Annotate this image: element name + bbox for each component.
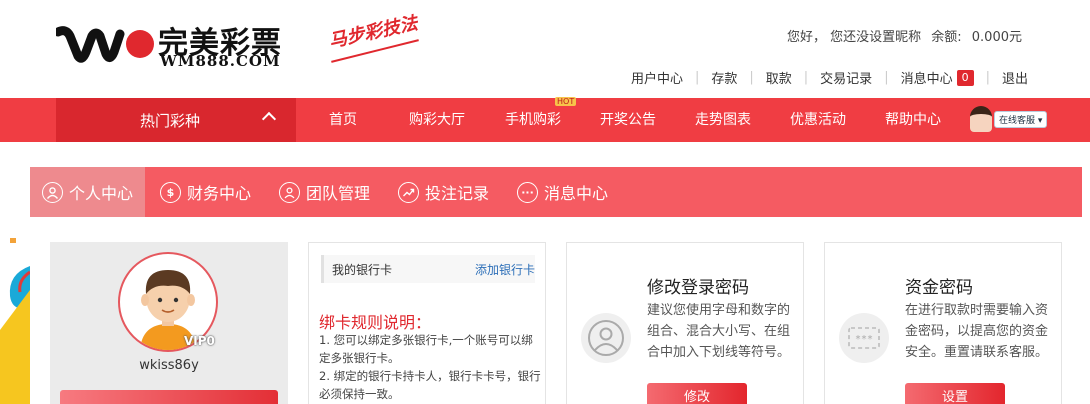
- svg-text:***: ***: [855, 334, 873, 345]
- fund-password-title: 资金密码: [905, 278, 973, 298]
- chevron-up-icon: [261, 111, 277, 127]
- vip-level-badge: VIP0: [184, 334, 215, 348]
- trend-icon: [398, 181, 419, 203]
- nav-home[interactable]: 首页: [329, 98, 357, 142]
- nav-trend-charts[interactable]: 走势图表: [695, 98, 751, 142]
- link-deposit[interactable]: 存款: [711, 68, 737, 87]
- online-service-label: 在线客服 ▾: [994, 110, 1048, 128]
- site-logo[interactable]: 完美彩票 WM888.COM: [56, 18, 296, 70]
- login-password-desc: 建议您使用字母和数字的组合、混合大小写、在组合中加入下划线等符号。: [647, 303, 791, 360]
- fund-password-desc: 在进行取款时需要输入资金密码，以提高您的资金安全。重置请联系客服。: [905, 303, 1049, 360]
- nav-lottery-hall[interactable]: 购彩大厅: [409, 98, 465, 142]
- divider: |: [803, 70, 809, 85]
- nav-promotions[interactable]: 优惠活动: [790, 98, 846, 142]
- tab-team-management[interactable]: 团队管理: [279, 167, 370, 217]
- top-links: 用户中心 | 存款 | 取款 | 交易记录 | 消息中心 0 | 退出: [631, 68, 1028, 87]
- nav-mobile-label: 手机购彩: [505, 112, 561, 128]
- team-icon: [279, 181, 300, 203]
- bank-card-header: 我的银行卡 添加银行卡: [321, 255, 535, 283]
- balance-label: 余额:: [931, 30, 962, 45]
- nav-help-center[interactable]: 帮助中心: [885, 98, 941, 142]
- online-service-button[interactable]: 在线客服 ▾: [970, 104, 1048, 134]
- tab-bets-label: 投注记录: [425, 184, 490, 203]
- hot-games-dropdown[interactable]: 热门彩种: [56, 98, 296, 142]
- money-icon: $: [160, 181, 181, 203]
- binding-rules-title: 绑卡规则说明：: [319, 313, 432, 332]
- profile-action-button[interactable]: [60, 390, 278, 404]
- more-icon: ···: [517, 181, 538, 203]
- tab-bet-records[interactable]: 投注记录: [398, 167, 489, 217]
- link-withdraw[interactable]: 取款: [766, 68, 792, 87]
- decoration-graphic: [0, 238, 30, 404]
- bank-card-panel: 我的银行卡 添加银行卡 绑卡规则说明： 1. 您可以绑定多张银行卡,一个账号可以…: [308, 242, 546, 404]
- greeting-text: 您好， 您还没设置昵称: [786, 30, 922, 45]
- change-password-button[interactable]: 修改: [647, 383, 747, 404]
- profile-panel: VIP0 wkiss86y: [50, 242, 288, 404]
- divider: |: [749, 70, 754, 85]
- user-circle-icon: [581, 313, 631, 363]
- fund-password-card: *** 资金密码 在进行取款时需要输入资金密码，以提高您的资金安全。重置请联系客…: [824, 242, 1062, 404]
- main-nav: 热门彩种 首页 购彩大厅 手机购彩 HOT 开奖公告 走势图表 优惠活动 帮助中…: [0, 97, 1090, 142]
- set-fund-password-button[interactable]: 设置: [905, 383, 1005, 404]
- login-password-card: 修改登录密码 建议您使用字母和数字的组合、混合大小写、在组合中加入下划线等符号。…: [566, 242, 804, 404]
- tab-team-label: 团队管理: [306, 184, 371, 203]
- username: wkiss86y: [139, 358, 199, 373]
- link-message-center[interactable]: 消息中心: [901, 68, 953, 87]
- password-field-icon: ***: [839, 313, 889, 363]
- page: 完美彩票 WM888.COM 马步彩技法 您好， 您还没设置昵称 余额: 0.0…: [0, 0, 1090, 404]
- user-greeting-line: 您好， 您还没设置昵称 余额: 0.000元: [781, 26, 1022, 45]
- message-count-badge: 0: [956, 69, 974, 86]
- link-user-center[interactable]: 用户中心: [631, 68, 683, 87]
- login-password-title: 修改登录密码: [647, 278, 749, 298]
- header: 完美彩票 WM888.COM 马步彩技法 您好， 您还没设置昵称 余额: 0.0…: [0, 0, 1090, 98]
- tab-personal-label: 个人中心: [69, 184, 134, 203]
- bank-card-title: 我的银行卡: [332, 263, 393, 277]
- add-bank-card-link[interactable]: 添加银行卡: [475, 261, 535, 278]
- nav-mobile[interactable]: 手机购彩 HOT: [505, 97, 577, 142]
- divider: |: [694, 70, 700, 85]
- tab-messages-label: 消息中心: [544, 184, 609, 203]
- rule-item: 1. 您可以绑定多张银行卡,一个账号可以绑定多张银行卡。: [319, 333, 533, 365]
- rule-item: 2. 绑定的银行卡持卡人，银行卡卡号，银行必须保持一致。: [319, 369, 541, 401]
- link-transaction-records[interactable]: 交易记录: [820, 68, 872, 87]
- tab-finance-center[interactable]: $ 财务中心: [160, 167, 251, 217]
- nav-draw-results[interactable]: 开奖公告: [600, 98, 656, 142]
- binding-rules-text: 1. 您可以绑定多张银行卡,一个账号可以绑定多张银行卡。 2. 绑定的银行卡持卡…: [319, 331, 541, 403]
- slogan: 马步彩技法: [327, 12, 420, 53]
- link-logout[interactable]: 退出: [1002, 68, 1028, 87]
- hot-tag: HOT: [555, 97, 577, 106]
- tab-personal-center[interactable]: 个人中心: [30, 167, 145, 217]
- service-avatar: [970, 106, 992, 132]
- divider: |: [884, 70, 889, 85]
- user-icon: [42, 181, 63, 203]
- logo-text-en: WM888.COM: [160, 52, 281, 70]
- balance-value: 0.000元: [971, 30, 1022, 45]
- tab-finance-label: 财务中心: [187, 184, 252, 203]
- logo-mark-icon: [56, 26, 154, 63]
- divider: |: [985, 70, 990, 85]
- hot-games-label: 热门彩种: [140, 111, 201, 130]
- tab-message-center[interactable]: ··· 消息中心: [517, 167, 608, 217]
- user-tab-bar: 个人中心 $ 财务中心 团队管理 投注记录 ··· 消息中心: [30, 167, 1082, 217]
